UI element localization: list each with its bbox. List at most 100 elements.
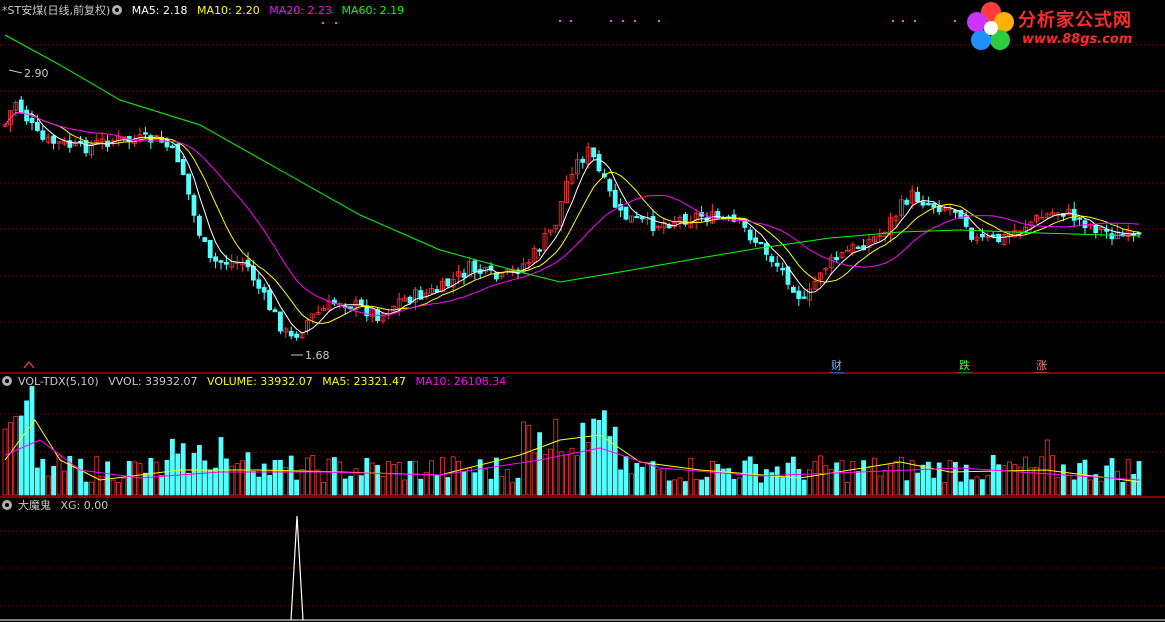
volume-bar <box>1028 467 1034 496</box>
candle-body <box>650 216 656 232</box>
volume-bar <box>375 464 381 496</box>
volume-bar <box>391 464 397 496</box>
volume-bar <box>121 477 127 496</box>
volume-bar <box>1023 456 1028 496</box>
badge-finance[interactable]: 财 <box>829 360 844 373</box>
volume-bar <box>537 432 542 496</box>
candle-body <box>1109 233 1115 240</box>
volume-bar <box>1007 461 1012 496</box>
candle-body <box>969 227 974 240</box>
volume-bar <box>445 477 451 496</box>
volume-bar <box>791 456 796 496</box>
candle-body <box>715 210 721 220</box>
indicator-settings-gear-icon[interactable] <box>2 500 12 510</box>
volume-bar <box>99 475 105 496</box>
volume-settings-gear-icon[interactable] <box>2 376 12 386</box>
volume-value: VOLUME: 33932.07 <box>207 375 313 388</box>
volume-bar <box>515 477 521 496</box>
volume-title[interactable]: VOL-TDX(5,10) <box>18 375 99 388</box>
candle-body <box>288 330 294 337</box>
volume-bar <box>564 454 569 496</box>
volume-bar <box>618 469 623 496</box>
candle-body <box>1077 217 1082 220</box>
kline-chart[interactable] <box>0 0 1165 622</box>
vol-ma10-value: MA10: 26108.34 <box>415 375 507 388</box>
volume-bar <box>116 482 121 496</box>
volume-bar <box>758 482 764 496</box>
volume-bar <box>223 458 229 496</box>
scroll-up-arrow-icon <box>23 361 35 369</box>
volume-bar <box>774 466 780 496</box>
volume-bar <box>504 469 510 496</box>
volume-bar <box>785 462 791 496</box>
candle-body <box>142 132 148 135</box>
volume-bar <box>126 461 132 496</box>
settings-gear-icon[interactable] <box>112 5 123 15</box>
volume-bar <box>1136 461 1142 496</box>
volume-bar <box>796 469 802 496</box>
candle-body <box>51 135 56 144</box>
volume-bar <box>358 475 364 496</box>
volume-bar <box>207 469 213 496</box>
volume-bar <box>1131 473 1136 496</box>
volume-bar <box>602 410 607 496</box>
volume-bar <box>666 480 672 496</box>
volume-bar <box>931 477 937 496</box>
candle-body <box>774 262 780 267</box>
volume-bar <box>823 465 829 496</box>
volume-bar <box>661 468 667 496</box>
volume-bar <box>202 460 208 496</box>
volume-bar <box>1044 439 1050 496</box>
candle-body <box>261 287 267 293</box>
stock-title[interactable]: *ST安煤(日线,前复权) <box>2 4 110 17</box>
candle-body <box>769 256 775 263</box>
volume-bar <box>1034 467 1039 496</box>
candle-body <box>169 145 175 148</box>
volume-bar <box>1104 465 1109 496</box>
volume-bar <box>342 478 348 496</box>
candle-body <box>358 299 364 306</box>
candle-body <box>753 237 758 243</box>
volume-bar <box>250 470 256 496</box>
volume-bar <box>645 463 650 496</box>
volume-bar <box>915 472 920 496</box>
volume-bar <box>985 475 991 496</box>
volume-bar <box>169 438 175 496</box>
volume-bar <box>299 469 305 496</box>
volume-bar <box>18 415 24 496</box>
volume-bar <box>753 463 758 496</box>
volume-bar <box>83 481 89 496</box>
candle-body <box>294 333 300 338</box>
badge-rise[interactable]: 涨 <box>1034 360 1049 373</box>
volume-ma5-line <box>4 419 1141 483</box>
candle-body <box>591 147 596 158</box>
volume-panel-header: VOL-TDX(5,10) VVOL: 33932.07 VOLUME: 339… <box>2 375 512 389</box>
volume-bar <box>245 452 251 496</box>
candle-body <box>180 158 186 175</box>
candle-body <box>634 215 640 219</box>
volume-bar <box>2 428 8 496</box>
volume-bar <box>510 482 516 496</box>
indicator-title[interactable]: 大魔鬼 <box>18 499 51 512</box>
volume-bar <box>845 482 850 496</box>
signal-dot <box>902 20 904 22</box>
volume-bar <box>969 479 974 496</box>
ma20-value: MA20: 2.23 <box>269 4 332 17</box>
candle-body <box>980 233 985 238</box>
volume-bar <box>62 470 67 496</box>
badge-fall[interactable]: 跌 <box>957 360 972 373</box>
volume-bar <box>218 437 224 496</box>
volume-bar <box>909 460 915 496</box>
candle-body <box>1039 217 1045 220</box>
volume-bar <box>159 475 165 496</box>
candle-body <box>472 260 478 273</box>
volume-bar <box>623 456 629 496</box>
volume-bar <box>288 455 294 496</box>
ma20-line <box>4 112 1140 317</box>
candle-body <box>796 290 802 300</box>
volume-bar <box>1077 463 1082 496</box>
signal-dot <box>335 22 337 24</box>
volume-bar <box>526 425 532 496</box>
volume-bar <box>429 460 435 496</box>
candle-body <box>596 153 602 172</box>
